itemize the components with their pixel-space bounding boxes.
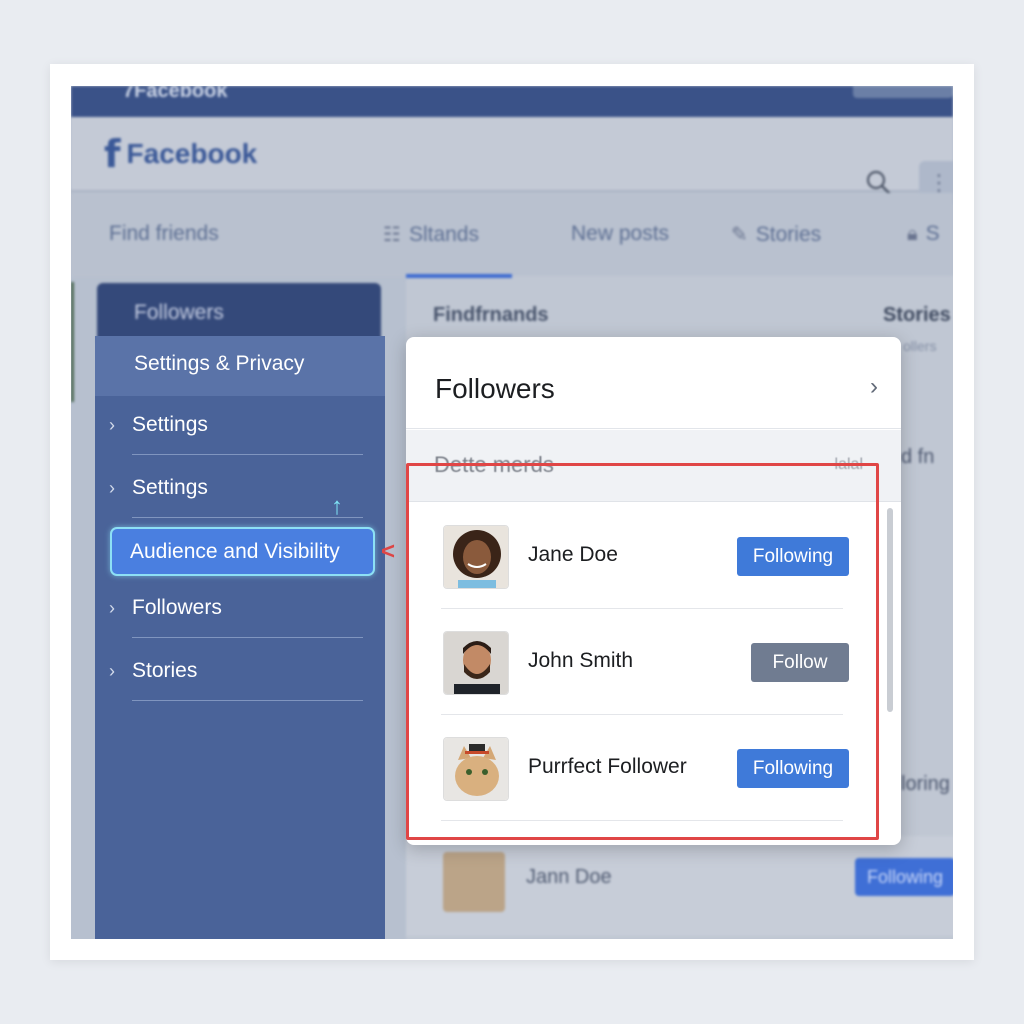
followers-tab[interactable]: Followers bbox=[97, 283, 381, 343]
panel-heading-right: Stories bbox=[883, 304, 951, 326]
nav-find-friends[interactable]: Find friends bbox=[109, 222, 219, 246]
chevron-right-icon: › bbox=[109, 661, 115, 681]
divider bbox=[132, 454, 363, 455]
menu-item-label: Followers bbox=[132, 596, 222, 619]
facebook-logo[interactable]: f Facebook bbox=[104, 135, 257, 173]
settings-menu: Settings & Privacy › Settings › Settings… bbox=[95, 336, 385, 939]
panel-heading-left: Findfrnands bbox=[433, 304, 549, 326]
left-edge-bar bbox=[71, 282, 74, 402]
nav-locked[interactable]: 🔒︎ S bbox=[907, 222, 940, 246]
stories-icon: ✎ bbox=[731, 224, 748, 246]
menu-item-stories[interactable]: › Stories bbox=[95, 649, 385, 701]
popup-scrollbar[interactable] bbox=[887, 508, 893, 712]
logo-text: Facebook bbox=[126, 138, 258, 169]
chevron-right-icon[interactable]: › bbox=[870, 373, 878, 401]
arrow-up-icon: ↑ bbox=[331, 493, 343, 520]
top-strip: 7Facebook bbox=[71, 86, 953, 117]
side-text-1: d fn bbox=[901, 446, 935, 468]
app-header: f Facebook ⋮ bbox=[71, 117, 953, 205]
chevron-right-icon: › bbox=[109, 478, 115, 498]
menu-item-label: Settings bbox=[132, 413, 208, 436]
popup-title: Followers bbox=[435, 373, 555, 404]
side-text-2: loring bbox=[901, 773, 950, 795]
background-row-name: Jann Doe bbox=[526, 866, 612, 888]
cat-avatar bbox=[443, 852, 505, 912]
facebook-f-icon: f bbox=[104, 132, 121, 176]
divider bbox=[132, 517, 363, 518]
menu-item-label: Stories bbox=[132, 659, 198, 682]
top-strip-pill bbox=[853, 86, 953, 98]
nav-label: Find friends bbox=[109, 222, 219, 245]
background-following-button[interactable]: Following bbox=[855, 858, 953, 896]
active-tab-indicator bbox=[406, 274, 512, 278]
menu-item-followers[interactable]: › Followers bbox=[95, 586, 385, 638]
menu-item-label: Settings bbox=[132, 476, 208, 499]
divider bbox=[132, 637, 363, 638]
popup-header[interactable]: Followers › bbox=[406, 337, 901, 429]
nav-label: New posts bbox=[571, 222, 670, 245]
list-icon: ☷ bbox=[383, 224, 401, 246]
panel-sub-right: ollers bbox=[903, 338, 937, 354]
lock-icon: 🔒︎ bbox=[907, 222, 918, 245]
annotation-highlight-box bbox=[406, 463, 879, 840]
nav-label: S bbox=[925, 222, 940, 245]
menu-item-settings[interactable]: › Settings bbox=[95, 403, 385, 455]
pointer-caret-icon: < bbox=[381, 538, 396, 565]
search-icon[interactable] bbox=[865, 169, 891, 195]
menu-header[interactable]: Settings & Privacy bbox=[95, 336, 385, 396]
top-strip-text: 7Facebook bbox=[123, 86, 228, 102]
nav-stories[interactable]: ✎ Stories bbox=[731, 222, 821, 247]
nav-sltands[interactable]: ☷ Sltands bbox=[383, 222, 479, 247]
menu-header-label: Settings & Privacy bbox=[134, 352, 305, 375]
divider bbox=[132, 700, 363, 701]
menu-item-audience-visibility[interactable]: Audience and Visibility bbox=[110, 527, 375, 576]
chevron-right-icon: › bbox=[109, 415, 115, 435]
nav-label: Stories bbox=[755, 222, 822, 246]
nav-new-posts[interactable]: New posts bbox=[571, 222, 669, 246]
nav-label: Sltands bbox=[408, 222, 479, 246]
chevron-right-icon: › bbox=[109, 598, 115, 618]
